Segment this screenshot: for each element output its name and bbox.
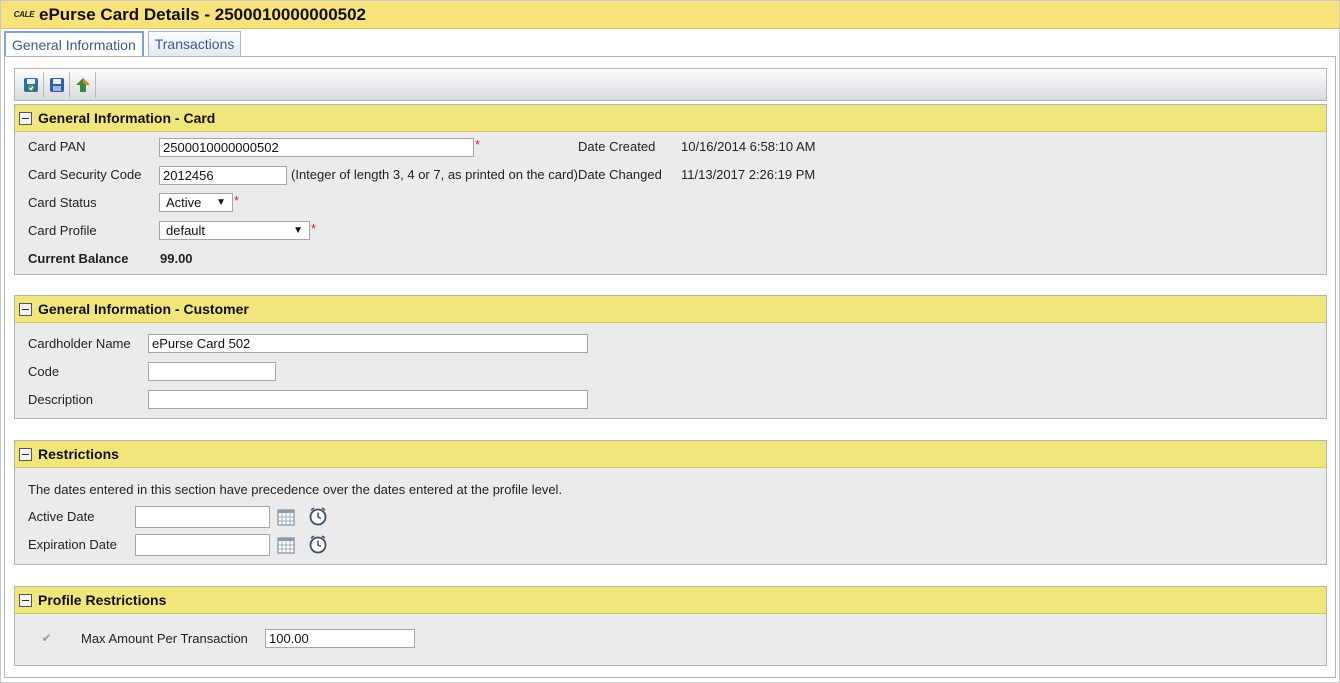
date-created-value: 10/16/2014 6:58:10 AM [681,139,816,154]
max-amount-input[interactable]: 100.00 [265,629,415,648]
security-code-hint: (Integer of length 3, 4 or 7, as printed… [291,167,578,182]
title-bar: CALE ePurse Card Details - 2500010000000… [1,1,1339,29]
profile-restrictions-section: Profile Restrictions ✔ Max Amount Per Tr… [14,586,1327,666]
restrictions-note: The dates entered in this section have p… [28,482,563,497]
page-title: ePurse Card Details - 2500010000000502 [39,4,367,24]
tab-transactions[interactable]: Transactions [147,31,242,56]
save-and-close-button[interactable] [18,71,44,98]
save-and-close-icon [23,77,38,92]
description-input[interactable] [148,390,588,409]
card-status-label: Card Status [28,195,97,210]
minus-icon [22,308,29,310]
current-balance-label: Current Balance [28,251,129,266]
calendar-icon[interactable] [276,507,296,527]
date-created-label: Date Created [578,139,656,154]
collapse-restrictions-section-button[interactable] [19,447,32,461]
date-changed-value: 11/13/2017 2:26:19 PM [681,167,816,182]
upload-button[interactable] [70,71,96,98]
minus-icon [22,599,29,601]
card-pan-required-mark: * [475,137,481,152]
expiration-date-input[interactable] [135,534,270,556]
toolbar [14,68,1327,101]
minus-icon [22,453,29,455]
card-section: General Information - Card Card PAN 2500… [14,104,1327,275]
tab-general-information[interactable]: General Information [4,31,144,57]
security-code-input[interactable]: 2012456 [159,166,287,185]
tab-bar: General Information Transactions [4,31,242,57]
cardholder-name-label: Cardholder Name [28,336,131,351]
card-profile-value: default [166,223,206,238]
save-icon [49,77,64,92]
card-status-select[interactable]: Active ▼ [159,193,233,212]
card-profile-select[interactable]: default ▼ [159,221,310,240]
card-profile-label: Card Profile [28,223,97,238]
current-balance-value: 99.00 [160,251,193,266]
cardholder-name-input[interactable]: ePurse Card 502 [148,334,588,353]
card-section-header: General Information - Card [15,105,1326,132]
customer-section-header: General Information - Customer [15,296,1326,323]
profile-restrictions-section-title: Profile Restrictions [38,592,167,608]
active-date-label: Active Date [28,509,95,524]
expiration-date-label: Expiration Date [28,537,117,552]
minus-icon [22,117,29,119]
collapse-customer-section-button[interactable] [19,302,32,316]
card-section-title: General Information - Card [38,110,216,126]
date-changed-label: Date Changed [578,167,662,182]
restrictions-section-header: Restrictions [15,441,1326,468]
collapse-profile-restrictions-section-button[interactable] [19,593,32,607]
card-status-required-mark: * [234,193,240,208]
save-button[interactable] [44,71,70,98]
clock-icon[interactable] [308,506,328,526]
clock-icon[interactable] [308,534,328,554]
card-pan-input[interactable]: 2500010000000502 [159,138,474,157]
restrictions-section-title: Restrictions [38,446,119,462]
profile-restrictions-section-header: Profile Restrictions [15,587,1326,614]
description-label: Description [28,392,94,407]
card-pan-label: Card PAN [28,139,86,154]
customer-section: General Information - Customer Cardholde… [14,295,1327,419]
cale-logo: CALE [13,10,35,19]
upload-icon [75,77,90,92]
calendar-icon[interactable] [276,535,296,555]
dropdown-arrow-icon: ▼ [216,197,226,208]
security-code-label: Card Security Code [28,167,142,182]
dropdown-arrow-icon: ▼ [293,225,303,236]
max-amount-checkbox[interactable]: ✔ [40,631,53,645]
max-amount-label: Max Amount Per Transaction [81,631,248,646]
card-profile-required-mark: * [311,221,317,236]
card-status-value: Active [166,195,202,210]
collapse-card-section-button[interactable] [19,111,32,125]
restrictions-section: Restrictions The dates entered in this s… [14,440,1327,565]
customer-section-title: General Information - Customer [38,301,249,317]
active-date-input[interactable] [135,506,270,528]
code-input[interactable] [148,362,276,381]
code-label: Code [28,364,60,379]
